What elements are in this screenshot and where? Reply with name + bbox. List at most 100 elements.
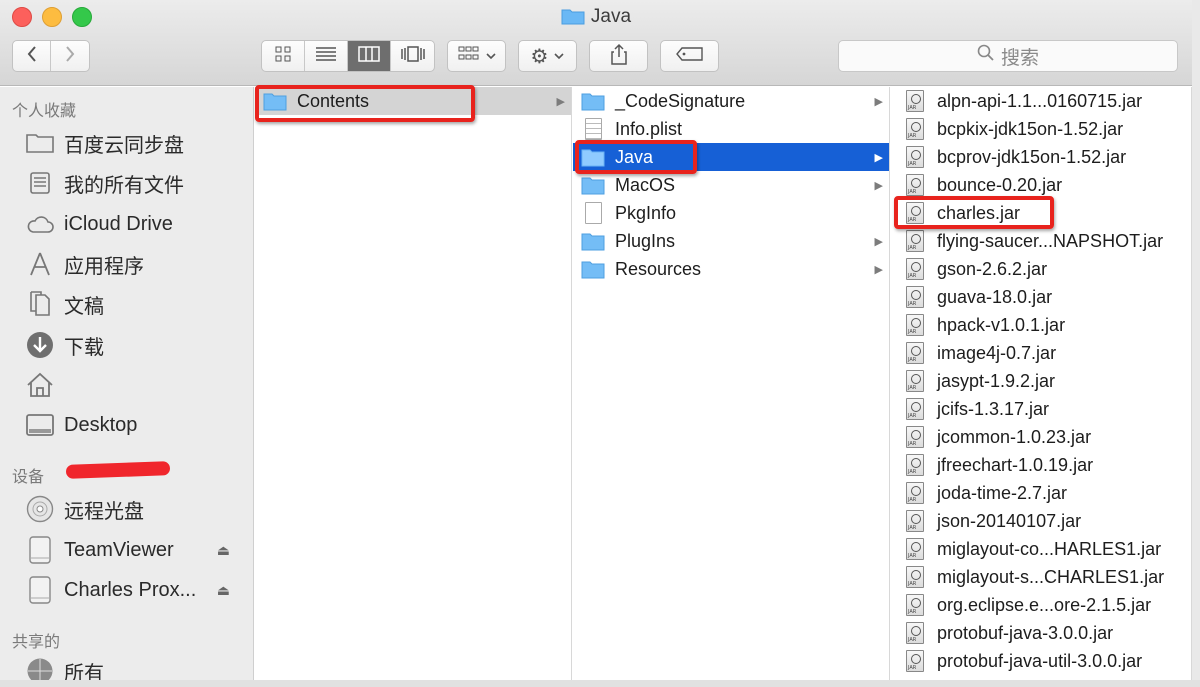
sidebar-item-remote-disc[interactable]: 远程光盘 bbox=[24, 493, 244, 525]
folder-icon bbox=[581, 90, 605, 112]
row-label: jcommon-1.0.23.jar bbox=[937, 426, 1092, 447]
column-view-button[interactable] bbox=[348, 41, 391, 71]
jar-file-row[interactable]: jfreechart-1.0.19.jar bbox=[891, 451, 1191, 479]
row-label: PlugIns bbox=[615, 230, 676, 251]
sidebar-item-baidu[interactable]: 百度云同步盘 bbox=[24, 127, 244, 159]
browser-column-3: alpn-api-1.1...0160715.jar bcpkix-jdk15o… bbox=[891, 87, 1192, 680]
desktop-icon bbox=[24, 411, 56, 439]
jar-file-icon bbox=[903, 454, 927, 476]
folder-icon bbox=[581, 258, 605, 280]
sidebar-item-all-files[interactable]: 我的所有文件 bbox=[24, 167, 244, 199]
jar-file-row[interactable]: bcprov-jdk15on-1.52.jar bbox=[891, 143, 1191, 171]
jar-file-row[interactable]: jcifs-1.3.17.jar bbox=[891, 395, 1191, 423]
column-row-info-plist[interactable]: Info.plist bbox=[573, 115, 889, 143]
jar-file-row[interactable]: protobuf-java-3.0.0.jar bbox=[891, 619, 1191, 647]
back-button[interactable] bbox=[13, 41, 51, 71]
jar-file-row[interactable]: image4j-0.7.jar bbox=[891, 339, 1191, 367]
jar-file-row[interactable]: guava-18.0.jar bbox=[891, 283, 1191, 311]
jar-file-row[interactable]: org.eclipse.e...ore-2.1.5.jar bbox=[891, 591, 1191, 619]
eject-icon[interactable]: ⏏ bbox=[217, 582, 230, 599]
row-label: org.eclipse.e...ore-2.1.5.jar bbox=[937, 594, 1152, 615]
arrange-menu-button[interactable] bbox=[447, 40, 506, 72]
jar-file-row[interactable]: alpn-api-1.1...0160715.jar bbox=[891, 87, 1191, 115]
jar-file-icon bbox=[903, 482, 927, 504]
finder-window: Java ⚙ 搜索 个人收藏 百度云同步盘 我的所有文件 iCloud Driv… bbox=[0, 0, 1192, 680]
sidebar-item-label: 文稿 bbox=[64, 295, 104, 318]
share-button[interactable] bbox=[589, 40, 648, 72]
sidebar-section-shared: 共享的 bbox=[12, 634, 61, 651]
jar-file-icon bbox=[903, 566, 927, 588]
jar-file-row[interactable]: jasypt-1.9.2.jar bbox=[891, 367, 1191, 395]
jar-file-row[interactable]: bounce-0.20.jar bbox=[891, 171, 1191, 199]
forward-button[interactable] bbox=[51, 41, 89, 71]
jar-file-row[interactable]: bcpkix-jdk15on-1.52.jar bbox=[891, 115, 1191, 143]
sidebar-item-desktop[interactable]: Desktop bbox=[24, 409, 244, 441]
row-label: protobuf-java-3.0.0.jar bbox=[937, 622, 1114, 643]
column-row-resources[interactable]: Resources ▶ bbox=[573, 255, 889, 283]
jar-file-icon bbox=[903, 398, 927, 420]
sidebar-item-downloads[interactable]: 下载 bbox=[24, 329, 244, 361]
jar-file-row[interactable]: flying-saucer...NAPSHOT.jar bbox=[891, 227, 1191, 255]
sidebar-item-label: 百度云同步盘 bbox=[64, 134, 184, 157]
sidebar-item-documents[interactable]: 文稿 bbox=[24, 288, 244, 320]
icon-view-icon bbox=[275, 46, 291, 67]
sidebar-item-home[interactable] bbox=[24, 369, 244, 401]
sidebar-item-teamviewer[interactable]: TeamViewer ⏏ bbox=[24, 534, 244, 566]
row-label: guava-18.0.jar bbox=[937, 286, 1053, 307]
row-label: bcprov-jdk15on-1.52.jar bbox=[937, 146, 1127, 167]
redaction-mark bbox=[65, 461, 171, 479]
background-desktop-edge bbox=[0, 680, 1200, 687]
sidebar-item-label: TeamViewer bbox=[64, 538, 174, 561]
row-label: hpack-v1.0.1.jar bbox=[937, 314, 1066, 335]
column-view-icon bbox=[358, 45, 380, 67]
row-label: miglayout-s...CHARLES1.jar bbox=[937, 566, 1165, 587]
jar-file-row[interactable]: jcommon-1.0.23.jar bbox=[891, 423, 1191, 451]
jar-file-row[interactable]: gson-2.6.2.jar bbox=[891, 255, 1191, 283]
row-label: miglayout-co...HARLES1.jar bbox=[937, 538, 1162, 559]
jar-file-row[interactable]: json-20140107.jar bbox=[891, 507, 1191, 535]
tags-button[interactable] bbox=[660, 40, 719, 72]
sidebar-item-charles-proxy[interactable]: Charles Prox... ⏏ bbox=[24, 574, 244, 606]
annotation-highlight-contents bbox=[255, 85, 475, 122]
share-icon bbox=[610, 43, 628, 70]
jar-file-row[interactable]: hpack-v1.0.1.jar bbox=[891, 311, 1191, 339]
documents-icon bbox=[24, 290, 56, 318]
row-label: alpn-api-1.1...0160715.jar bbox=[937, 90, 1143, 111]
search-field[interactable]: 搜索 bbox=[838, 40, 1178, 72]
jar-file-row[interactable]: miglayout-co...HARLES1.jar bbox=[891, 535, 1191, 563]
view-mode-segmented-control bbox=[261, 40, 435, 72]
annotation-highlight-charles-jar bbox=[894, 196, 1054, 229]
window-title: Java bbox=[0, 6, 1192, 31]
row-label: bounce-0.20.jar bbox=[937, 174, 1063, 195]
eject-icon[interactable]: ⏏ bbox=[217, 542, 230, 559]
coverflow-view-button[interactable] bbox=[391, 41, 434, 71]
jar-file-icon bbox=[903, 90, 927, 112]
disclosure-arrow-icon: ▶ bbox=[874, 95, 883, 108]
sidebar-item-icloud-drive[interactable]: iCloud Drive bbox=[24, 208, 244, 240]
jar-file-icon bbox=[903, 510, 927, 532]
column-row-pkginfo[interactable]: PkgInfo bbox=[573, 199, 889, 227]
jar-file-icon bbox=[903, 146, 927, 168]
column-row-plugins[interactable]: PlugIns ▶ bbox=[573, 227, 889, 255]
column-row-macos[interactable]: MacOS ▶ bbox=[573, 171, 889, 199]
sidebar-item-shared-all[interactable]: 所有 bbox=[24, 655, 244, 680]
sidebar-item-label: iCloud Drive bbox=[64, 212, 173, 235]
network-icon bbox=[24, 657, 56, 680]
jar-file-icon bbox=[903, 650, 927, 672]
jar-file-row[interactable]: protobuf-java-util-3.0.0.jar bbox=[891, 647, 1191, 675]
applications-icon bbox=[24, 250, 56, 278]
sidebar-item-label: 远程光盘 bbox=[64, 500, 144, 523]
sidebar-item-label: Charles Prox... bbox=[64, 578, 197, 601]
list-view-button[interactable] bbox=[305, 41, 348, 71]
jar-file-row[interactable]: miglayout-s...CHARLES1.jar bbox=[891, 563, 1191, 591]
drive-icon bbox=[24, 536, 56, 564]
action-menu-button[interactable]: ⚙ bbox=[518, 40, 577, 72]
row-label: _CodeSignature bbox=[615, 90, 746, 111]
column-row-codesignature[interactable]: _CodeSignature ▶ bbox=[573, 87, 889, 115]
icon-view-button[interactable] bbox=[262, 41, 305, 71]
row-label: Resources bbox=[615, 258, 702, 279]
row-label: MacOS bbox=[615, 174, 676, 195]
sidebar-item-applications[interactable]: 应用程序 bbox=[24, 248, 244, 280]
all-files-icon bbox=[24, 169, 56, 197]
jar-file-row[interactable]: joda-time-2.7.jar bbox=[891, 479, 1191, 507]
